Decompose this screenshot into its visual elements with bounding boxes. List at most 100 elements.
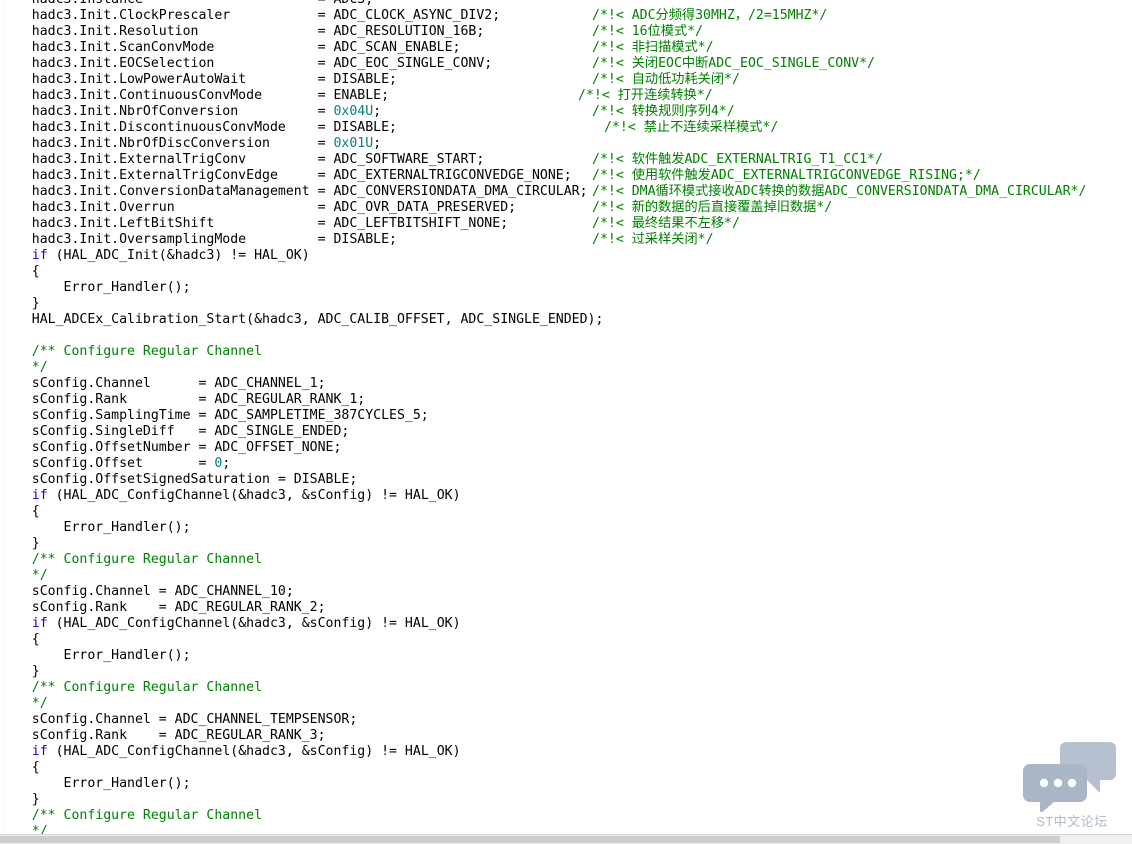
code-line-text: } (0, 664, 40, 679)
code-line-text: if (HAL_ADC_Init(&hadc3) != HAL_OK) (0, 248, 310, 263)
code-line-text: hadc3.Init.Resolution = ADC_RESOLUTION_1… (0, 24, 484, 39)
code-line[interactable]: hadc3.Init.Resolution = ADC_RESOLUTION_1… (0, 24, 1132, 40)
code-line[interactable]: hadc3.Init.ClockPrescaler = ADC_CLOCK_AS… (0, 8, 1132, 24)
inline-comment: /*!< 关闭EOC中断ADC_EOC_SINGLE_CONV*/ (592, 56, 875, 72)
code-line-text: } (0, 296, 40, 311)
code-line[interactable]: hadc3.Init.OversamplingMode = DISABLE;/*… (0, 232, 1132, 248)
code-line[interactable]: hadc3.Init.LeftBitShift = ADC_LEFTBITSHI… (0, 216, 1132, 232)
code-line-text: hadc3.Init.ExternalTrigConvEdge = ADC_EX… (0, 168, 572, 183)
code-line-text: { (0, 632, 40, 647)
code-line[interactable]: /** Configure Regular Channel (0, 344, 1132, 360)
inline-comment: /*!< 自动低功耗关闭*/ (592, 72, 740, 88)
code-line-text: hadc3.Instance = ADC3; (0, 0, 373, 7)
code-line[interactable]: sConfig.Offset = 0; (0, 456, 1132, 472)
code-line-text: hadc3.Init.ClockPrescaler = ADC_CLOCK_AS… (0, 8, 500, 23)
code-line[interactable]: hadc3.Init.ContinuousConvMode = ENABLE;/… (0, 88, 1132, 104)
code-line-text: HAL_ADCEx_Calibration_Start(&hadc3, ADC_… (0, 312, 603, 327)
inline-comment: /*!< 软件触发ADC_EXTERNALTRIG_T1_CC1*/ (592, 152, 883, 168)
inline-comment: /*!< 转换规则序列4*/ (592, 104, 735, 120)
code-line[interactable]: Error_Handler(); (0, 776, 1132, 792)
code-line[interactable]: /** Configure Regular Channel (0, 552, 1132, 568)
code-line-text: sConfig.OffsetSignedSaturation = DISABLE… (0, 472, 357, 487)
code-line[interactable]: } (0, 536, 1132, 552)
code-line[interactable]: sConfig.OffsetSignedSaturation = DISABLE… (0, 472, 1132, 488)
code-line-text: */ (0, 360, 48, 375)
code-line[interactable]: { (0, 632, 1132, 648)
code-line[interactable]: sConfig.SingleDiff = ADC_SINGLE_ENDED; (0, 424, 1132, 440)
code-editor[interactable]: hadc3.Instance = ADC3; hadc3.Init.ClockP… (0, 0, 1132, 844)
code-line-text: { (0, 760, 40, 775)
code-line[interactable]: hadc3.Init.ScanConvMode = ADC_SCAN_ENABL… (0, 40, 1132, 56)
inline-comment: /*!< 最终结果不左移*/ (592, 216, 740, 232)
inline-comment: /*!< 使用软件触发ADC_EXTERNALTRIGCONVEDGE_RISI… (592, 168, 981, 184)
code-line[interactable]: sConfig.OffsetNumber = ADC_OFFSET_NONE; (0, 440, 1132, 456)
code-line[interactable]: hadc3.Init.LowPowerAutoWait = DISABLE;/*… (0, 72, 1132, 88)
code-line[interactable]: { (0, 760, 1132, 776)
code-line[interactable]: Error_Handler(); (0, 648, 1132, 664)
code-line[interactable]: /** Configure Regular Channel (0, 808, 1132, 824)
code-line[interactable]: } (0, 792, 1132, 808)
code-line[interactable]: if (HAL_ADC_ConfigChannel(&hadc3, &sConf… (0, 488, 1132, 504)
horizontal-scrollbar-thumb[interactable] (0, 836, 1060, 843)
inline-comment: /*!< 非扫描模式*/ (592, 40, 714, 56)
code-line-text: sConfig.Channel = ADC_CHANNEL_10; (0, 584, 294, 599)
code-line-text: { (0, 504, 40, 519)
code-line-text: hadc3.Init.ConversionDataManagement = AD… (0, 184, 588, 199)
code-line[interactable]: hadc3.Init.ExternalTrigConvEdge = ADC_EX… (0, 168, 1132, 184)
code-line[interactable]: HAL_ADCEx_Calibration_Start(&hadc3, ADC_… (0, 312, 1132, 328)
code-line-text: Error_Handler(); (0, 520, 191, 535)
code-line[interactable]: sConfig.Channel = ADC_CHANNEL_TEMPSENSOR… (0, 712, 1132, 728)
code-line-text: Error_Handler(); (0, 280, 191, 295)
inline-comment: /*!< 16位模式*/ (592, 24, 703, 40)
code-line-text: hadc3.Init.EOCSelection = ADC_EOC_SINGLE… (0, 56, 492, 71)
code-line-text: sConfig.OffsetNumber = ADC_OFFSET_NONE; (0, 440, 341, 455)
code-line[interactable] (0, 328, 1132, 344)
code-line[interactable]: sConfig.Channel = ADC_CHANNEL_10; (0, 584, 1132, 600)
code-line-text: sConfig.SamplingTime = ADC_SAMPLETIME_38… (0, 408, 429, 423)
code-line[interactable]: sConfig.Channel = ADC_CHANNEL_1; (0, 376, 1132, 392)
code-line[interactable]: sConfig.Rank = ADC_REGULAR_RANK_3; (0, 728, 1132, 744)
code-line-text: hadc3.Init.DiscontinuousConvMode = DISAB… (0, 120, 397, 135)
code-line[interactable]: if (HAL_ADC_Init(&hadc3) != HAL_OK) (0, 248, 1132, 264)
code-line[interactable]: Error_Handler(); (0, 520, 1132, 536)
code-line-text: sConfig.Channel = ADC_CHANNEL_TEMPSENSOR… (0, 712, 357, 727)
code-line[interactable]: sConfig.Rank = ADC_REGULAR_RANK_2; (0, 600, 1132, 616)
code-line-text: hadc3.Init.ContinuousConvMode = ENABLE; (0, 88, 389, 103)
code-line-text: sConfig.SingleDiff = ADC_SINGLE_ENDED; (0, 424, 349, 439)
code-line[interactable]: */ (0, 568, 1132, 584)
code-line-text: if (HAL_ADC_ConfigChannel(&hadc3, &sConf… (0, 744, 461, 759)
code-line-text: /** Configure Regular Channel (0, 808, 262, 823)
code-line-text: } (0, 792, 40, 807)
code-line[interactable]: { (0, 264, 1132, 280)
code-line[interactable]: } (0, 664, 1132, 680)
code-line-text: */ (0, 696, 48, 711)
code-line-text: hadc3.Init.OversamplingMode = DISABLE; (0, 232, 397, 247)
code-line[interactable]: } (0, 296, 1132, 312)
code-line[interactable]: hadc3.Init.ExternalTrigConv = ADC_SOFTWA… (0, 152, 1132, 168)
code-line[interactable]: hadc3.Init.Overrun = ADC_OVR_DATA_PRESER… (0, 200, 1132, 216)
code-line[interactable]: hadc3.Instance = ADC3; (0, 0, 1132, 8)
code-line[interactable]: /** Configure Regular Channel (0, 680, 1132, 696)
code-line[interactable]: hadc3.Init.NbrOfDiscConversion = 0x01U; (0, 136, 1132, 152)
code-line-text: } (0, 536, 40, 551)
code-line[interactable]: hadc3.Init.DiscontinuousConvMode = DISAB… (0, 120, 1132, 136)
code-line[interactable]: sConfig.Rank = ADC_REGULAR_RANK_1; (0, 392, 1132, 408)
code-line[interactable]: if (HAL_ADC_ConfigChannel(&hadc3, &sConf… (0, 616, 1132, 632)
code-line[interactable]: */ (0, 360, 1132, 376)
code-line-text: /** Configure Regular Channel (0, 344, 262, 359)
horizontal-scrollbar[interactable] (0, 834, 1132, 844)
code-line-text: sConfig.Rank = ADC_REGULAR_RANK_1; (0, 392, 365, 407)
code-line[interactable]: */ (0, 696, 1132, 712)
code-line-text: hadc3.Init.ExternalTrigConv = ADC_SOFTWA… (0, 152, 484, 167)
code-line[interactable]: if (HAL_ADC_ConfigChannel(&hadc3, &sConf… (0, 744, 1132, 760)
code-line[interactable]: { (0, 504, 1132, 520)
code-line[interactable]: Error_Handler(); (0, 280, 1132, 296)
code-line[interactable]: hadc3.Init.NbrOfConversion = 0x04U;/*!< … (0, 104, 1132, 120)
code-line[interactable]: hadc3.Init.EOCSelection = ADC_EOC_SINGLE… (0, 56, 1132, 72)
code-line-text: /** Configure Regular Channel (0, 680, 262, 695)
code-line[interactable]: sConfig.SamplingTime = ADC_SAMPLETIME_38… (0, 408, 1132, 424)
code-line[interactable]: hadc3.Init.ConversionDataManagement = AD… (0, 184, 1132, 200)
code-line-text: Error_Handler(); (0, 776, 191, 791)
code-line-text: hadc3.Init.NbrOfDiscConversion = 0x01U; (0, 136, 381, 151)
code-content[interactable]: hadc3.Instance = ADC3; hadc3.Init.ClockP… (0, 0, 1132, 840)
